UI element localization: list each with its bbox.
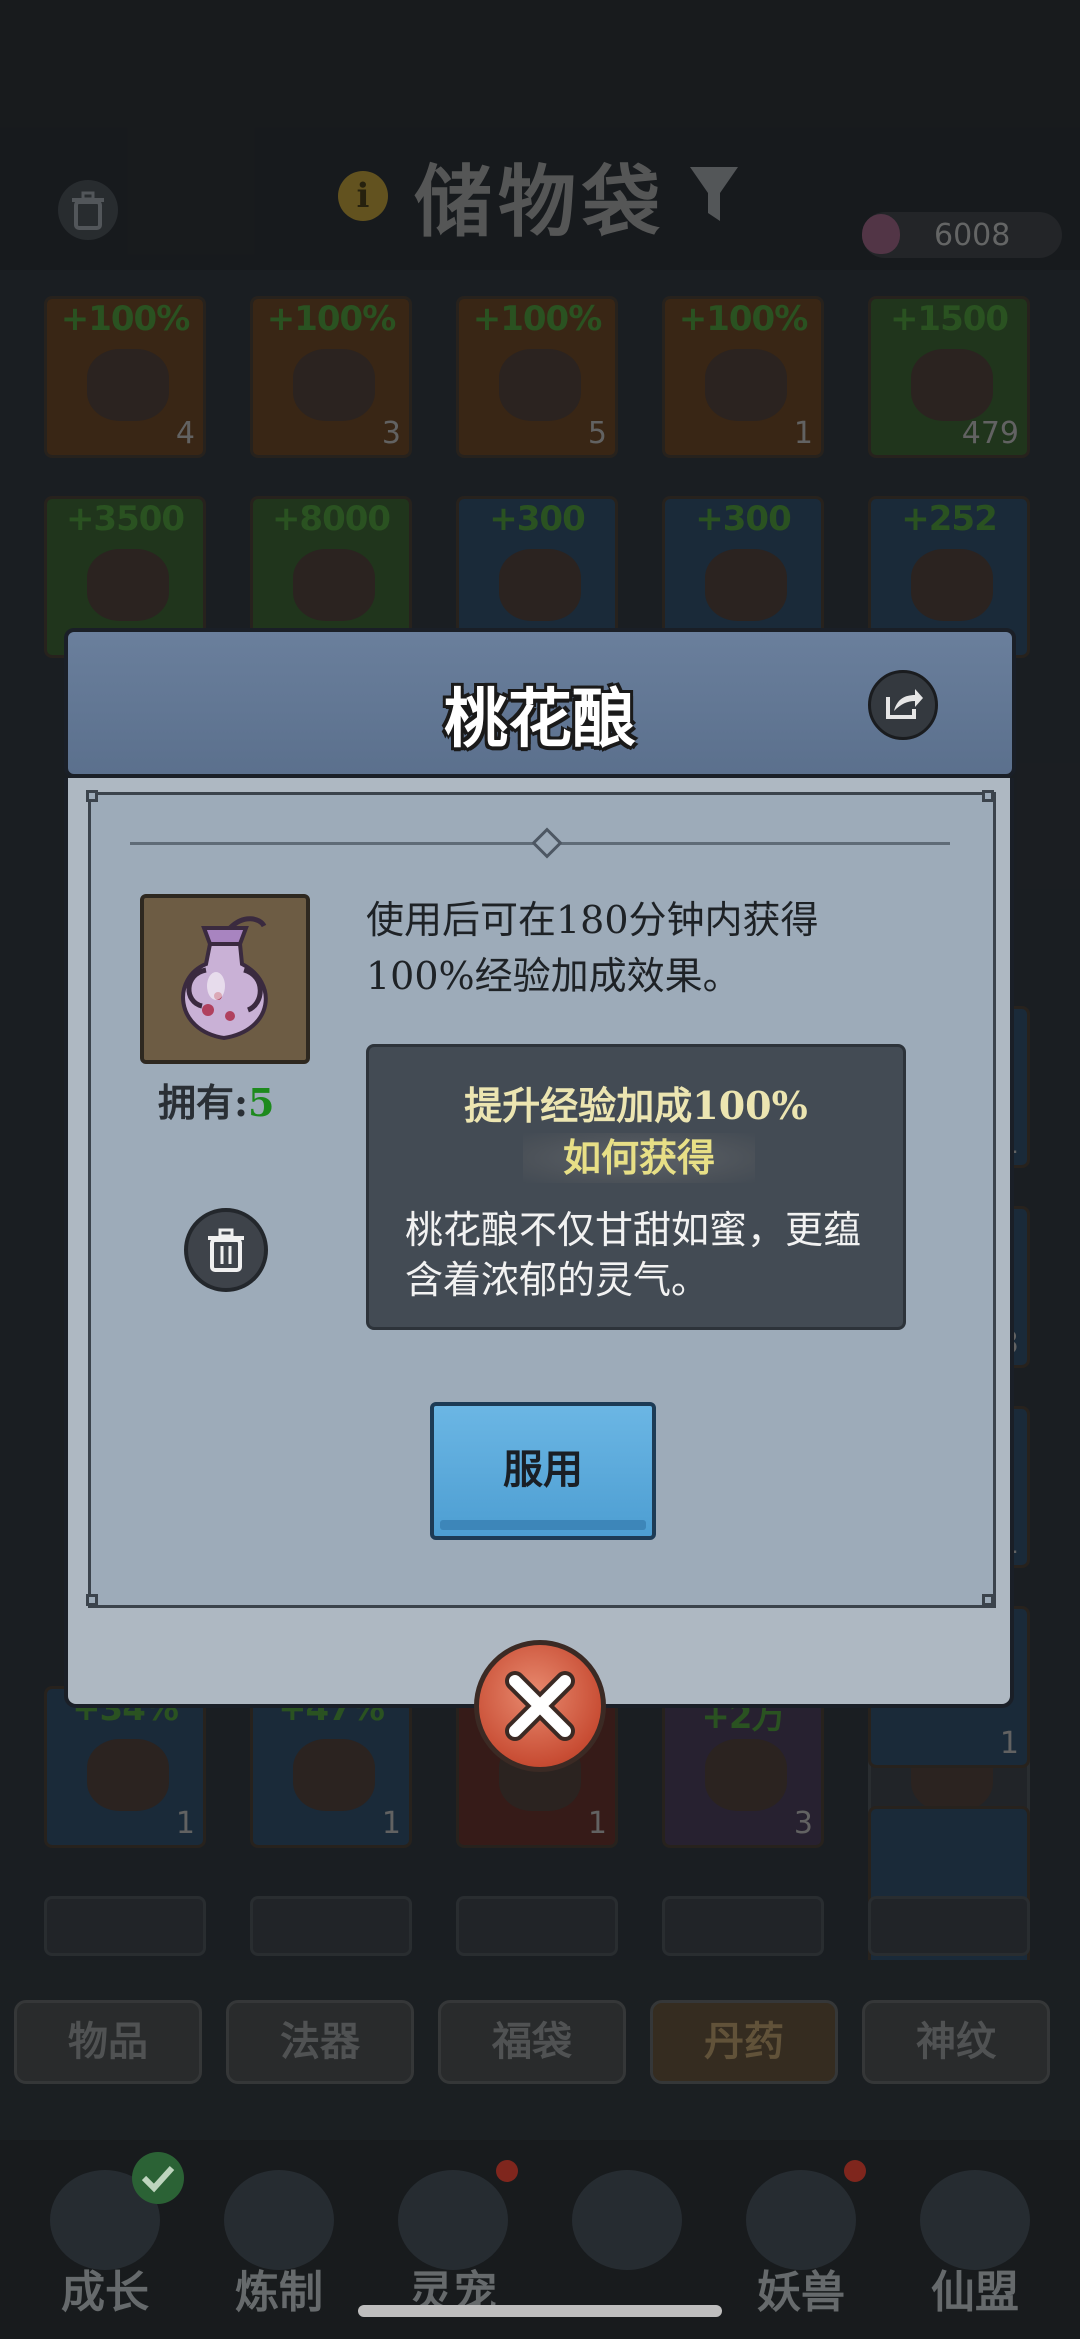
- corner-ornament: [982, 1594, 994, 1606]
- effect-box: 提升经验加成100% 如何获得 桃花酿不仅甘甜如蜜，更蕴含着浓郁的灵气。: [366, 1044, 906, 1330]
- effect-text: 提升经验加成100%: [464, 1083, 808, 1128]
- owned-label: 拥有:: [158, 1080, 249, 1125]
- corner-ornament: [86, 790, 98, 802]
- item-image-frame: [140, 894, 310, 1064]
- corner-ornament: [86, 1594, 98, 1606]
- use-button[interactable]: 服用: [430, 1402, 656, 1540]
- close-button[interactable]: [474, 1640, 606, 1772]
- share-icon: [886, 689, 923, 719]
- delete-item-button[interactable]: [184, 1208, 268, 1292]
- button-edge: [440, 1520, 646, 1530]
- owned-count: 拥有:5: [158, 1072, 274, 1127]
- share-button[interactable]: [868, 670, 938, 740]
- corner-ornament: [982, 790, 994, 802]
- close-icon: [505, 1671, 575, 1741]
- trash-icon: [208, 1228, 244, 1272]
- item-lore: 桃花酿不仅甘甜如蜜，更蕴含着浓郁的灵气。: [405, 1208, 862, 1302]
- how-to-obtain-title: 如何获得: [523, 1133, 755, 1183]
- owned-number: 5: [248, 1080, 275, 1125]
- use-button-label: 服用: [503, 1446, 583, 1493]
- wine-bottle-icon: [181, 916, 268, 1041]
- item-description: 使用后可在180分钟内获得100%经验加成效果。: [366, 898, 819, 998]
